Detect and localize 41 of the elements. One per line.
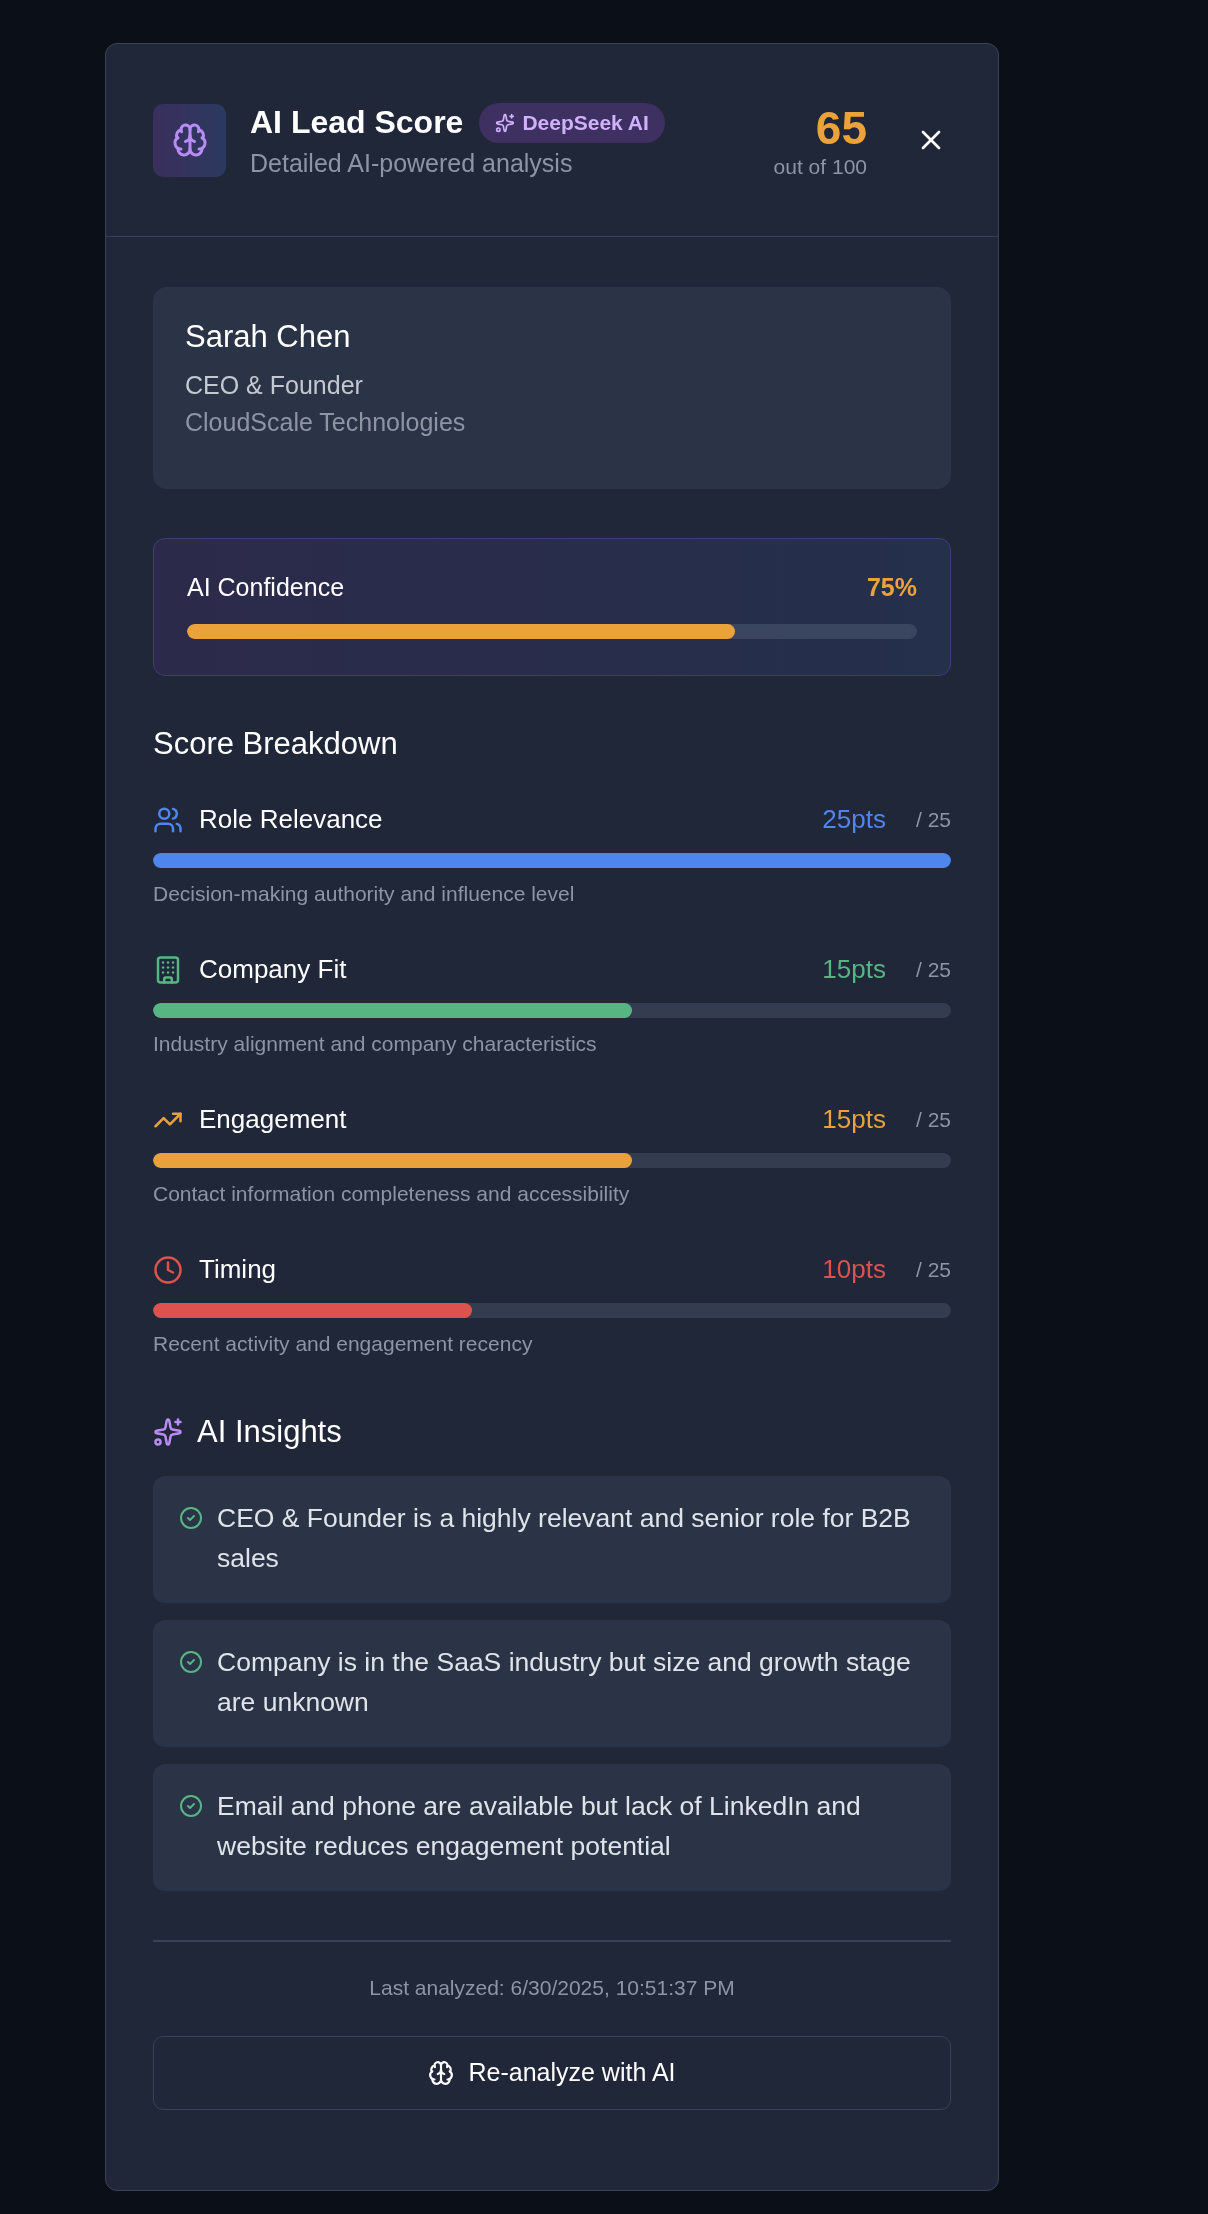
insight-text: CEO & Founder is a highly relevant and senior role for B2B sales	[217, 1502, 912, 1575]
breakdown-max: / 25	[915, 1257, 951, 1282]
sparkles-icon	[495, 112, 516, 133]
dialog-subtitle: Detailed AI-powered analysis	[250, 148, 574, 178]
breakdown-label: Company Fit	[199, 954, 348, 985]
insight-text: Email and phone are available but lack of LinkedIn and website reduces engagement potential	[217, 1790, 862, 1863]
check-circle-icon	[179, 1794, 203, 1818]
sparkles-icon	[153, 1417, 183, 1447]
breakdown-description: Industry alignment and company characteristics	[153, 1032, 598, 1056]
breakdown-points: 10pts	[822, 1254, 886, 1285]
breakdown-points: 25pts	[822, 804, 886, 835]
confidence-value: 75%	[866, 573, 917, 602]
last-analyzed: Last analyzed: 6/30/2025, 10:51:37 PM	[368, 1975, 736, 2000]
breakdown-max: / 25	[915, 1107, 951, 1132]
section-title: Score Breakdown	[153, 726, 398, 762]
model-badge: DeepSeek AI	[479, 102, 665, 143]
breakdown-label: Engagement	[199, 1104, 348, 1135]
brain-icon	[428, 2059, 455, 2086]
breakdown-points: 15pts	[822, 1104, 886, 1135]
lead-company: CloudScale Technologies	[185, 408, 467, 437]
check-circle-icon	[179, 1650, 203, 1674]
check-circle-icon	[179, 1506, 203, 1530]
dialog-title: AI Lead Score	[250, 104, 464, 141]
lead-name: Sarah Chen	[185, 319, 352, 355]
lead-role: CEO & Founder	[185, 371, 364, 400]
insight-text: Company is in the SaaS industry but size and growth stage are unknown	[217, 1646, 912, 1719]
breakdown-label: Timing	[199, 1254, 278, 1285]
breakdown-points: 15pts	[822, 954, 886, 985]
brain-icon	[153, 103, 226, 177]
breakdown-label: Role Relevance	[199, 804, 384, 835]
confidence-label: AI Confidence	[187, 573, 345, 602]
breakdown-max: / 25	[915, 807, 951, 832]
section-title: AI Insights	[197, 1414, 342, 1450]
score-value: 65	[815, 101, 867, 155]
breakdown-description: Decision-making authority and influence level	[153, 882, 576, 906]
breakdown-description: Contact information completeness and accessibility	[153, 1182, 631, 1206]
clock-icon	[153, 1254, 183, 1285]
score-caption: out of 100	[773, 155, 867, 179]
breakdown-description: Recent activity and engagement recency	[153, 1332, 534, 1356]
breakdown-max: / 25	[915, 957, 951, 982]
reanalyze-button[interactable]: Re-analyze with AI	[153, 2035, 951, 2110]
